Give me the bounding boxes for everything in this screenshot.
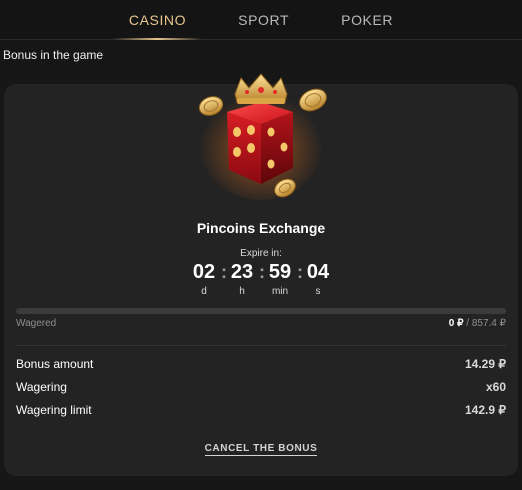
section-title: Bonus in the game xyxy=(3,48,104,62)
timer-value: 59 xyxy=(268,261,292,283)
detail-label: Bonus amount xyxy=(16,356,94,371)
cancel-bonus-button[interactable]: CANCEL THE BONUS xyxy=(204,443,318,456)
timer-value: 04 xyxy=(306,261,330,283)
wagered-total: / 857.4 ₽ xyxy=(466,318,506,329)
timer-minutes: 59 min xyxy=(263,260,297,297)
timer-unit: min xyxy=(271,286,289,297)
wagered-row: Wagered 0 ₽ / 857.4 ₽ xyxy=(16,318,506,329)
detail-label: Wagering limit xyxy=(16,402,92,417)
timer-unit: h xyxy=(239,286,245,297)
detail-row-wagering-limit: Wagering limit 142.9 ₽ xyxy=(16,398,506,421)
cancel-bonus-container: CANCEL THE BONUS xyxy=(4,438,518,456)
bonus-card: Pincoins Exchange Expire in: 02 d : 23 h… xyxy=(4,73,518,476)
tab-casino[interactable]: CASINO xyxy=(112,0,203,40)
detail-value: x60 xyxy=(485,379,506,394)
timer-value: 02 xyxy=(192,261,216,283)
wager-progress-bar xyxy=(16,308,506,314)
product-tabs: CASINO SPORT POKER xyxy=(0,0,522,40)
wagered-current: 0 ₽ xyxy=(448,318,464,329)
bonus-title: Pincoins Exchange xyxy=(196,220,326,236)
detail-value: 142.9 ₽ xyxy=(465,402,506,417)
crowned-dice-icon xyxy=(191,72,331,202)
detail-row-wagering: Wagering x60 xyxy=(16,375,506,398)
wagered-value: 0 ₽ / 857.4 ₽ xyxy=(449,318,506,329)
tab-sport[interactable]: SPORT xyxy=(222,0,305,39)
expire-label: Expire in: xyxy=(240,248,282,259)
detail-value: 14.29 ₽ xyxy=(465,356,506,371)
wagered-label: Wagered xyxy=(16,318,57,329)
detail-row-bonus-amount: Bonus amount 14.29 ₽ xyxy=(16,352,506,375)
timer-unit: d xyxy=(201,286,207,297)
timer-days: 02 d xyxy=(187,260,221,297)
bonus-details: Bonus amount 14.29 ₽ Wagering x60 Wageri… xyxy=(16,352,506,421)
tab-poker[interactable]: POKER xyxy=(325,0,409,39)
timer-unit: s xyxy=(315,286,321,297)
detail-label: Wagering xyxy=(16,379,67,394)
countdown-timer: 02 d : 23 h : 59 min : 04 s xyxy=(4,260,518,297)
timer-value: 23 xyxy=(230,261,254,283)
divider xyxy=(16,345,506,346)
timer-seconds: 04 s xyxy=(301,260,335,297)
timer-hours: 23 h xyxy=(225,260,259,297)
